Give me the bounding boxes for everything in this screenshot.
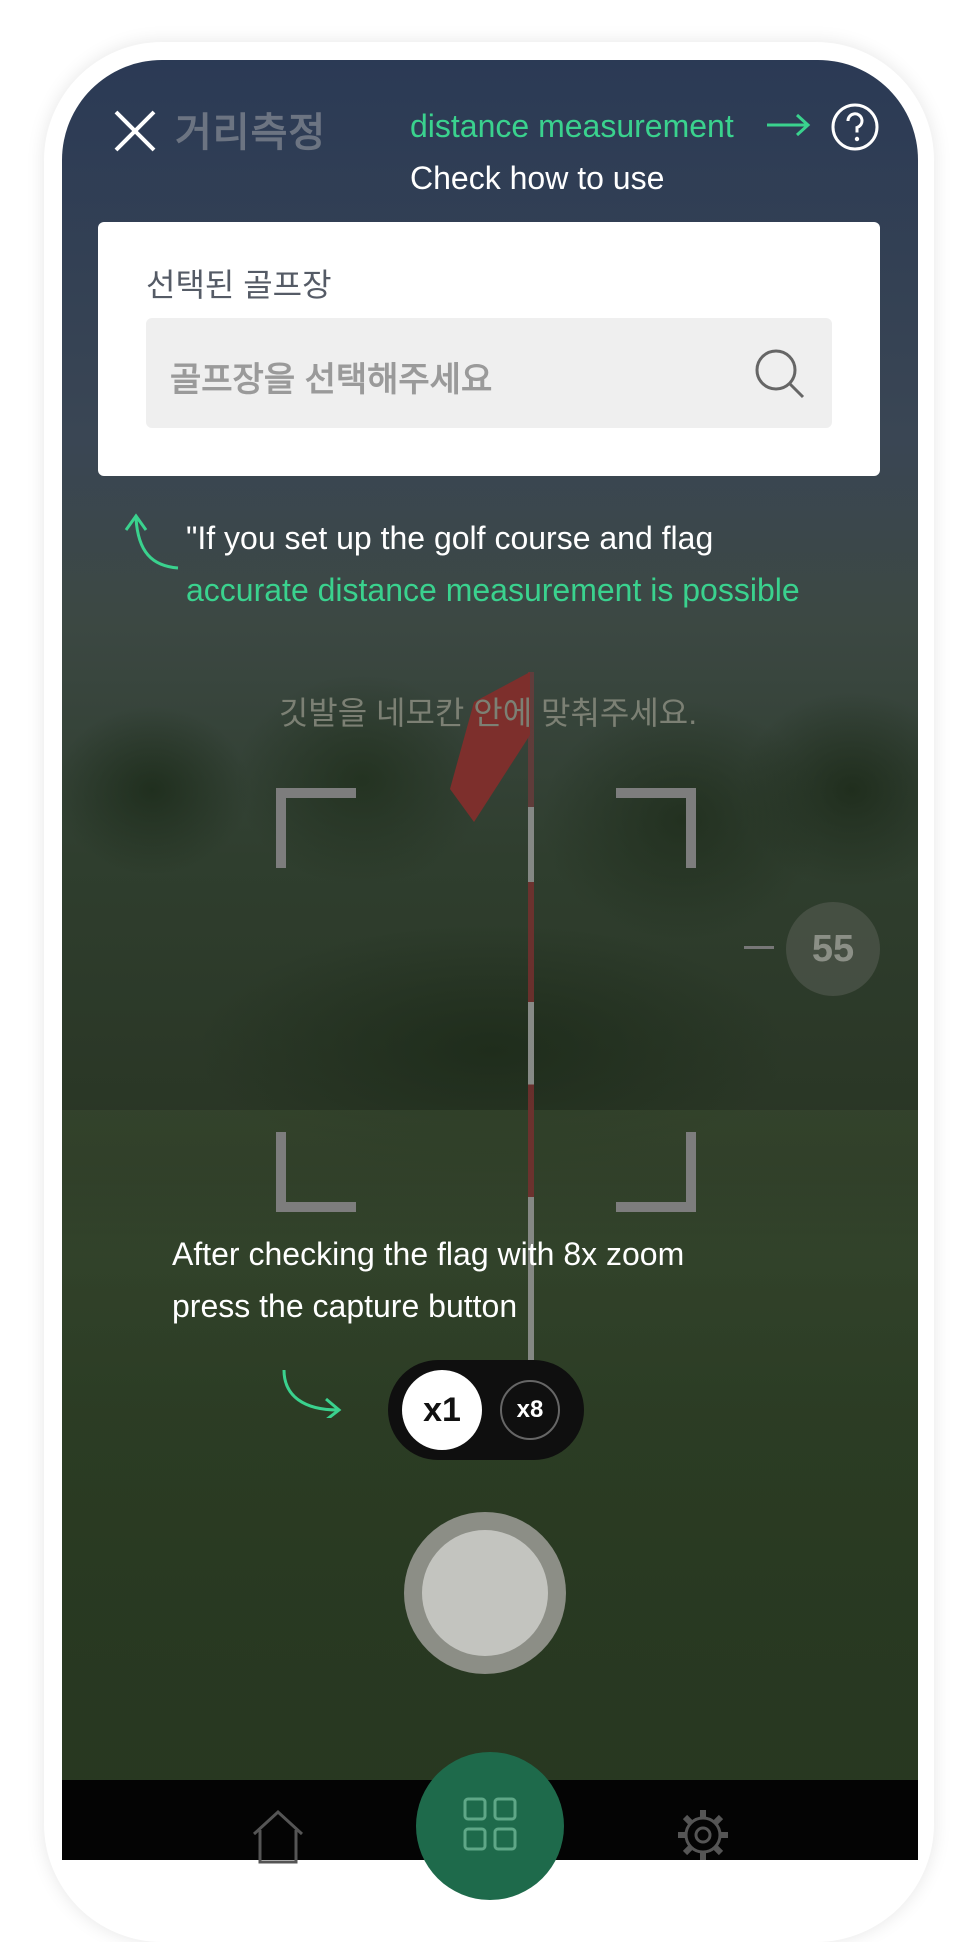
nav-center-button[interactable]: [416, 1752, 564, 1900]
frame-corner-top-right: [616, 788, 696, 868]
camera-background-grass: [62, 1110, 918, 1860]
capture-tip-line1: After checking the flag with 8x zoom: [172, 1236, 685, 1272]
grid-icon: [463, 1797, 517, 1851]
close-icon[interactable]: [112, 108, 158, 154]
capture-button[interactable]: [404, 1512, 566, 1674]
page-title: 거리측정: [175, 111, 327, 155]
home-icon[interactable]: [250, 1808, 306, 1864]
course-search-input[interactable]: 골프장을 선택해주세요: [146, 318, 832, 428]
level-indicator-badge: 55: [786, 902, 880, 996]
level-indicator-dash: [744, 946, 774, 949]
setup-tip-line1: "If you set up the golf course and flag: [186, 520, 714, 556]
zoom-x8-button[interactable]: x8: [500, 1380, 560, 1440]
frame-corner-bottom-right: [616, 1132, 696, 1212]
selected-course-label: 선택된 골프장: [146, 267, 332, 303]
setup-tip-line2: accurate distance measurement is possibl…: [186, 572, 800, 608]
zoom-toggle: x1 x8: [388, 1360, 584, 1460]
zoom-x1-button[interactable]: x1: [402, 1370, 482, 1450]
search-icon[interactable]: [754, 348, 806, 400]
search-placeholder: 골프장을 선택해주세요: [170, 361, 493, 399]
course-select-card: 선택된 골프장 골프장을 선택해주세요: [98, 222, 880, 476]
frame-corner-top-left: [276, 788, 356, 868]
capture-button-inner: [422, 1530, 548, 1656]
frame-hint-text: 깃발을 네모칸 안에 맞춰주세요.: [278, 695, 698, 731]
bottom-navigation: [62, 1752, 918, 1900]
capture-tip-line2: press the capture button: [172, 1288, 518, 1324]
curved-arrow-down-icon: [282, 1369, 342, 1418]
help-link-subtext[interactable]: Check how to use: [410, 160, 664, 197]
curved-arrow-up-icon: [124, 513, 179, 570]
gear-icon[interactable]: [674, 1806, 732, 1864]
arrow-right-icon: [767, 113, 811, 137]
frame-corner-bottom-left: [276, 1132, 356, 1212]
help-link-text[interactable]: distance measurement: [410, 108, 734, 145]
flag-pole: [528, 672, 534, 1422]
help-icon[interactable]: [830, 102, 880, 152]
